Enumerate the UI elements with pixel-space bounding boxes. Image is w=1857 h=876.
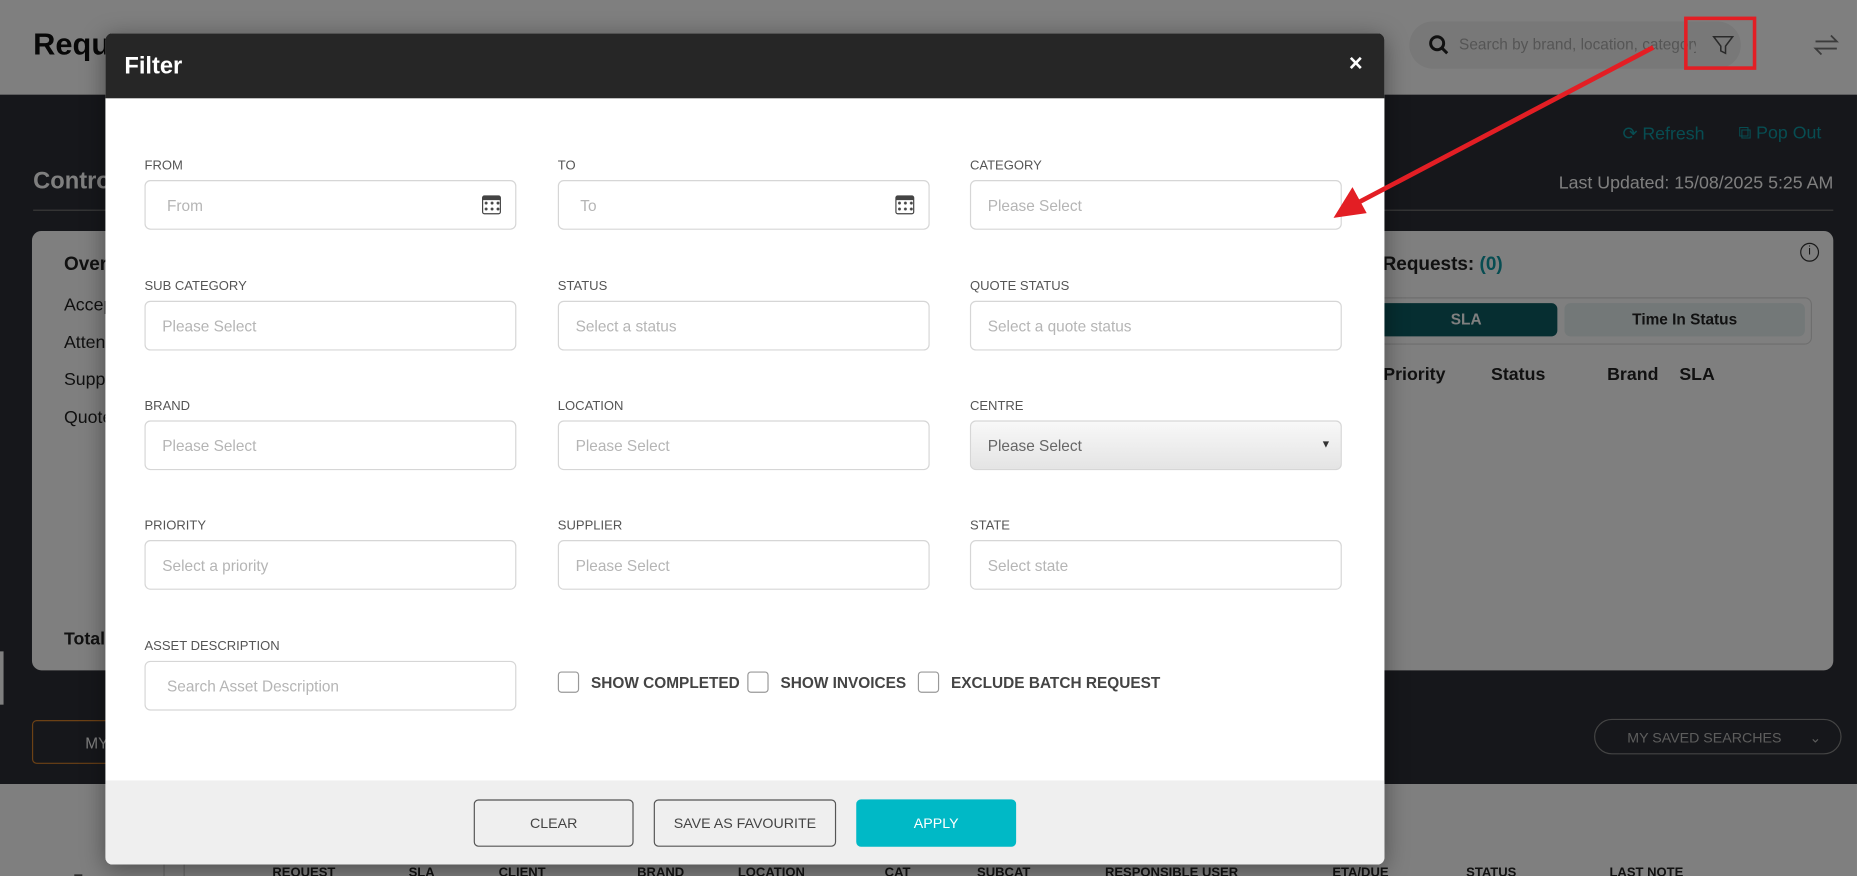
annotation-arrow: [1333, 45, 1655, 218]
